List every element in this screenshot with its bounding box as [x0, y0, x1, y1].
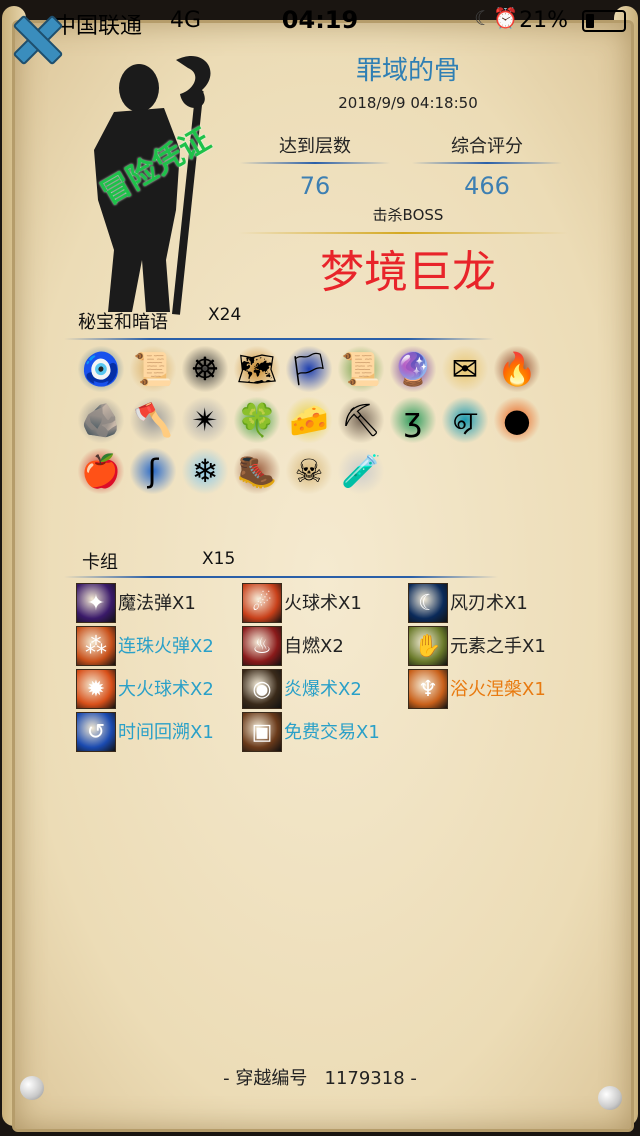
- close-button[interactable]: [10, 14, 58, 62]
- pin-right-icon: [598, 1086, 622, 1110]
- envelope-icon[interactable]: ✉: [442, 346, 488, 392]
- cheese-icon[interactable]: 🧀: [286, 397, 332, 443]
- chain-fire-icon: ⁂: [76, 626, 116, 666]
- potion-vial-icon[interactable]: 🧪: [338, 448, 384, 494]
- score-label: 综合评分: [451, 136, 523, 157]
- treasures-divider: [64, 338, 494, 340]
- battery-percent: 21%: [519, 8, 568, 33]
- footer-label: - 穿越编号: [223, 1068, 308, 1089]
- deck-card-label: 免费交易X1: [284, 722, 380, 743]
- green-scroll-icon[interactable]: 📜: [338, 346, 384, 392]
- player-name: 罪域的骨: [355, 56, 460, 86]
- rock-icon[interactable]: 🪨: [78, 397, 124, 443]
- boss-name: 梦境巨龙: [320, 247, 496, 298]
- score-divider: [412, 162, 562, 164]
- deck-card-label: 大火球术X2: [118, 679, 214, 700]
- deck-card[interactable]: ↺ 时间回溯X1: [76, 712, 266, 752]
- deck-card[interactable]: ☄ 火球术X1: [242, 583, 432, 623]
- fireball-icon: ☄: [242, 583, 282, 623]
- scroll-icon[interactable]: 📜: [130, 346, 176, 392]
- ember-bag-icon[interactable]: 🔥: [494, 346, 540, 392]
- deck-card-label: 自燃X2: [284, 636, 344, 657]
- treasures-title: 秘宝和暗语: [78, 312, 168, 333]
- deck-card[interactable]: ☾ 风刃术X1: [408, 583, 598, 623]
- green-rune-icon[interactable]: ʒ: [390, 397, 436, 443]
- deck-card-label: 元素之手X1: [450, 636, 546, 657]
- clover-icon[interactable]: 🍀: [234, 397, 280, 443]
- do-not-disturb-icon: ☾: [474, 6, 492, 30]
- pin-left-icon: [20, 1076, 44, 1100]
- deck-card[interactable]: ✋ 元素之手X1: [408, 626, 598, 666]
- shuriken-icon[interactable]: ✴: [182, 397, 228, 443]
- boss-divider: [238, 232, 568, 234]
- axe-icon[interactable]: 🪓: [130, 397, 176, 443]
- wind-blade-icon: ☾: [408, 583, 448, 623]
- deck-card-label: 魔法弹X1: [118, 593, 196, 614]
- footer-number: 1179318 -: [324, 1068, 417, 1089]
- status-bar: 中国联通 4G 04:19 ☾ ⏰ 21%: [0, 0, 640, 40]
- amulet-icon[interactable]: 🧿: [78, 346, 124, 392]
- blue-sigil-icon[interactable]: ʃ: [130, 448, 176, 494]
- deck-card[interactable]: ✹ 大火球术X2: [76, 669, 266, 709]
- pickaxe-icon[interactable]: ⛏: [338, 397, 384, 443]
- big-fireball-icon: ✹: [76, 669, 116, 709]
- footer-id: - 穿越编号 1179318 -: [0, 1064, 640, 1090]
- treasures-count: X24: [208, 305, 242, 325]
- deck-card[interactable]: ◉ 炎爆术X2: [242, 669, 432, 709]
- deck-card-label: 时间回溯X1: [118, 722, 214, 743]
- deck-card-label: 浴火涅槃X1: [450, 679, 546, 700]
- triquetra-icon[interactable]: ☸: [182, 346, 228, 392]
- self-ignite-icon: ♨: [242, 626, 282, 666]
- apple-icon[interactable]: 🍎: [78, 448, 124, 494]
- deck-card-label: 炎爆术X2: [284, 679, 362, 700]
- deck-count: X15: [202, 549, 236, 569]
- score-value: 466: [464, 172, 510, 200]
- fire-orb-icon[interactable]: ●: [494, 397, 540, 443]
- skull-scroll-icon[interactable]: ☠: [286, 448, 332, 494]
- battery-icon: [582, 10, 626, 32]
- phoenix-icon: ♆: [408, 669, 448, 709]
- deck-card-label: 风刃术X1: [450, 593, 528, 614]
- deck-divider: [64, 576, 498, 578]
- treasure-chest-icon: ▣: [242, 712, 282, 752]
- record-date: 2018/9/9 04:18:50: [338, 94, 478, 112]
- deck-card-label: 连珠火弹X2: [118, 636, 214, 657]
- magic-bolt-icon: ✦: [76, 583, 116, 623]
- deck-card[interactable]: ⁂ 连珠火弹X2: [76, 626, 266, 666]
- time-rewind-icon: ↺: [76, 712, 116, 752]
- alarm-icon: ⏰: [493, 6, 518, 30]
- deck-card[interactable]: ♨ 自燃X2: [242, 626, 432, 666]
- element-hand-icon: ✋: [408, 626, 448, 666]
- floor-value: 76: [299, 172, 331, 200]
- map-icon[interactable]: 🗺: [234, 346, 280, 392]
- boot-icon[interactable]: 🥾: [234, 448, 280, 494]
- deck-card-label: 火球术X1: [284, 593, 362, 614]
- deck-title: 卡组: [82, 552, 118, 573]
- deck-card[interactable]: ✦ 魔法弹X1: [76, 583, 266, 623]
- frost-orb-icon[interactable]: ❄: [182, 448, 228, 494]
- deck-card[interactable]: ▣ 免费交易X1: [242, 712, 432, 752]
- floor-label: 达到层数: [279, 136, 351, 157]
- deck-card[interactable]: ♆ 浴火涅槃X1: [408, 669, 598, 709]
- boss-label: 击杀BOSS: [372, 206, 444, 224]
- floor-divider: [240, 162, 390, 164]
- blue-banner-icon[interactable]: 🏳: [286, 346, 332, 392]
- pyroblast-icon: ◉: [242, 669, 282, 709]
- crystal-tome-icon[interactable]: 🔮: [390, 346, 436, 392]
- cyan-rune-icon[interactable]: ஏ: [442, 397, 488, 443]
